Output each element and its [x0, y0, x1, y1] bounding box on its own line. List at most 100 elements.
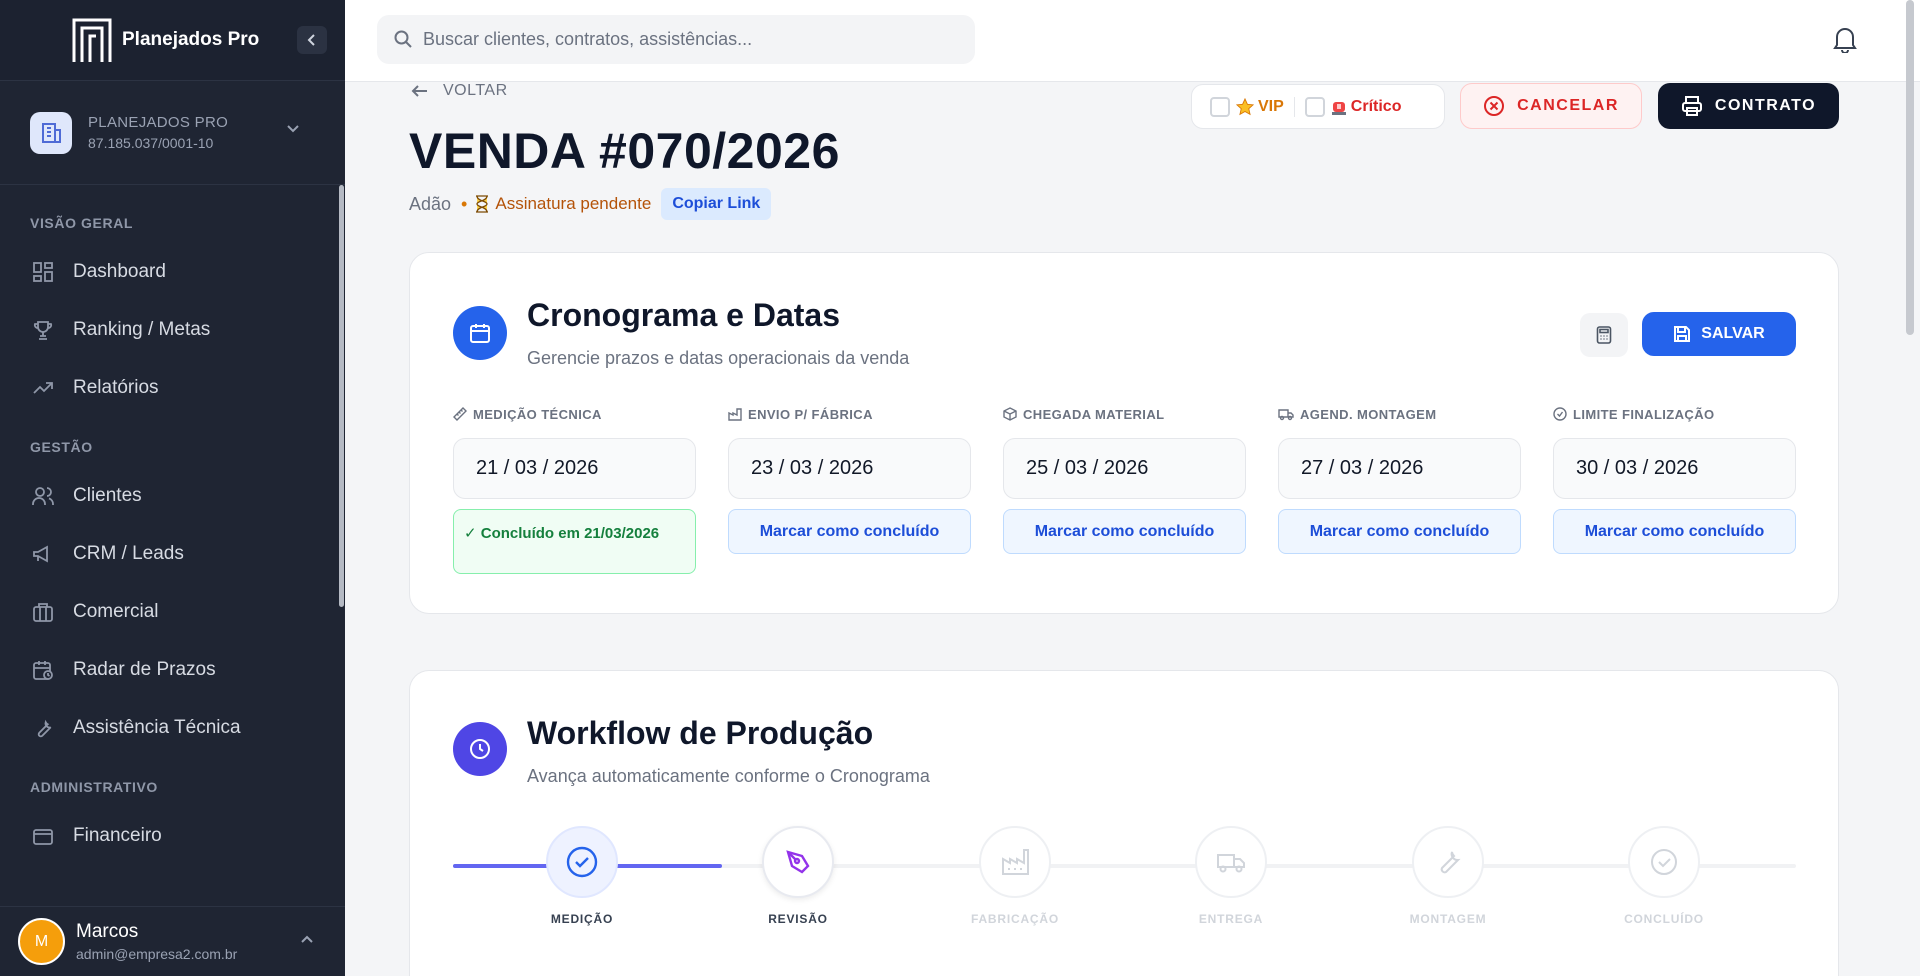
hourglass-icon	[475, 195, 489, 213]
siren-icon	[1331, 98, 1347, 116]
sidebar-item-clientes[interactable]: Clientes	[0, 467, 345, 525]
printer-icon	[1681, 95, 1703, 117]
date-label: LIMITE FINALIZAÇÃO	[1553, 405, 1796, 423]
schedule-subtitle: Gerencie prazos e datas operacionais da …	[527, 348, 910, 368]
factory-icon	[728, 407, 742, 421]
section-label-gestao: GESTÃO	[30, 439, 93, 455]
step-label: REVISÃO	[768, 912, 828, 926]
sidebar-header: Planejados Pro	[0, 0, 345, 81]
schedule-card: Cronograma e Datas Gerencie prazos e dat…	[409, 252, 1839, 614]
sidebar-item-radar-prazos[interactable]: Radar de Prazos	[0, 641, 345, 699]
page-scrollbar[interactable]	[1906, 0, 1914, 335]
check-circle-icon	[1628, 826, 1700, 898]
back-link[interactable]: VOLTAR	[411, 82, 508, 100]
star-icon	[1236, 97, 1254, 116]
company-switcher[interactable]: PLANEJADOS PRO 87.185.037/0001-10	[0, 81, 345, 185]
sale-subtitle: Adão • Assinatura pendente Copiar Link	[409, 188, 772, 220]
contract-label: CONTRATO	[1714, 97, 1817, 114]
date-field[interactable]: 27 / 03 / 2026	[1278, 438, 1521, 499]
wallet-icon	[30, 823, 56, 849]
separator-dot: •	[461, 193, 468, 214]
date-label-text: AGEND. MONTAGEM	[1300, 406, 1437, 422]
factory-icon	[979, 826, 1051, 898]
search-input[interactable]: Buscar clientes, contratos, assistências…	[377, 15, 975, 64]
date-label-text: LIMITE FINALIZAÇÃO	[1573, 406, 1715, 422]
chevron-down-icon	[286, 121, 300, 137]
vip-checkbox[interactable]	[1210, 96, 1230, 117]
sidebar-item-crm-leads[interactable]: CRM / Leads	[0, 525, 345, 583]
page-title: VENDA #070/2026	[409, 123, 840, 179]
chevron-left-icon	[307, 34, 315, 46]
date-field[interactable]: 25 / 03 / 2026	[1003, 438, 1246, 499]
date-field[interactable]: 21 / 03 / 2026	[453, 438, 696, 499]
x-circle-icon	[1483, 95, 1505, 117]
collapse-sidebar-button[interactable]	[297, 26, 327, 54]
sidebar-item-label: Ranking / Metas	[73, 319, 211, 340]
trophy-icon	[30, 317, 56, 343]
mark-complete-button[interactable]: Marcar como concluído	[1278, 509, 1521, 554]
user-menu[interactable]: M Marcos admin@empresa2.com.br	[0, 906, 345, 976]
schedule-title: Cronograma e Datas	[527, 297, 840, 333]
sidebar-scrollbar[interactable]	[339, 185, 344, 607]
flags-group: VIP Crítico	[1191, 84, 1445, 129]
trending-up-icon	[30, 375, 56, 401]
save-button[interactable]: SALVAR	[1642, 312, 1796, 356]
pen-tool-icon	[762, 826, 834, 898]
workflow-title: Workflow de Produção	[527, 715, 874, 751]
bell-icon[interactable]	[1832, 25, 1858, 58]
sidebar-item-financeiro[interactable]: Financeiro	[0, 807, 345, 865]
mark-complete-button[interactable]: Marcar como concluído	[728, 509, 971, 554]
package-icon	[1003, 407, 1017, 421]
date-label: AGEND. MONTAGEM	[1278, 405, 1521, 423]
mark-complete-button[interactable]: Marcar como concluído	[1003, 509, 1246, 554]
main-content: VOLTAR VENDA #070/2026 Adão • Assinatura…	[345, 82, 1906, 976]
truck-icon	[1278, 407, 1294, 421]
building-icon	[30, 111, 72, 154]
step-label: CONCLUÍDO	[1624, 912, 1704, 926]
client-name: Adão	[409, 193, 452, 214]
top-bar: Buscar clientes, contratos, assistências…	[345, 0, 1920, 82]
company-cnpj: 87.185.037/0001-10	[88, 135, 214, 151]
briefcase-icon	[30, 599, 56, 625]
calculator-button[interactable]	[1580, 313, 1628, 357]
workflow-card: Workflow de Produção Avança automaticame…	[409, 670, 1839, 976]
workflow-step-montagem: MONTAGEM	[1388, 826, 1508, 926]
section-label-administrativo: ADMINISTRATIVO	[30, 779, 158, 795]
megaphone-icon	[30, 541, 56, 567]
sidebar-item-assistencia[interactable]: Assistência Técnica	[0, 699, 345, 757]
check-circle-icon	[546, 826, 618, 898]
date-label: ENVIO P/ FÁBRICA	[728, 405, 971, 423]
date-field[interactable]: 30 / 03 / 2026	[1553, 438, 1796, 499]
user-email: admin@empresa2.com.br	[76, 946, 238, 962]
step-label: MEDIÇÃO	[550, 912, 614, 926]
sidebar: Planejados Pro PLANEJADOS PRO 87.185.037…	[0, 0, 345, 976]
sidebar-item-ranking[interactable]: Ranking / Metas	[0, 301, 345, 359]
search-icon	[393, 29, 413, 54]
chevron-up-icon	[300, 931, 314, 947]
cancel-label: CANCELAR	[1517, 97, 1619, 114]
brand-logo	[72, 18, 112, 62]
wrench-icon	[1412, 826, 1484, 898]
sidebar-item-label: Comercial	[73, 601, 159, 622]
sidebar-item-label: Radar de Prazos	[73, 659, 216, 680]
critical-label: Crítico	[1350, 97, 1402, 115]
step-label: FABRICAÇÃO	[971, 912, 1059, 926]
sidebar-item-relatorios[interactable]: Relatórios	[0, 359, 345, 417]
divider	[1293, 96, 1295, 117]
cancel-button[interactable]: CANCELAR	[1460, 83, 1642, 129]
critical-checkbox[interactable]	[1304, 96, 1325, 117]
date-label: MEDIÇÃO TÉCNICA	[453, 405, 696, 423]
calculator-icon	[1596, 326, 1612, 344]
step-label: ENTREGA	[1198, 912, 1264, 926]
save-icon	[1673, 325, 1691, 343]
date-field[interactable]: 23 / 03 / 2026	[728, 438, 971, 499]
print-contract-button[interactable]: CONTRATO	[1658, 83, 1839, 129]
user-name: Marcos	[76, 921, 139, 942]
check-circle-icon	[1553, 407, 1567, 421]
arrow-left-icon	[411, 84, 429, 98]
ruler-icon	[453, 407, 467, 421]
sidebar-item-comercial[interactable]: Comercial	[0, 583, 345, 641]
sidebar-item-dashboard[interactable]: Dashboard	[0, 243, 345, 301]
copy-link-button[interactable]: Copiar Link	[661, 188, 772, 220]
mark-complete-button[interactable]: Marcar como concluído	[1553, 509, 1796, 554]
